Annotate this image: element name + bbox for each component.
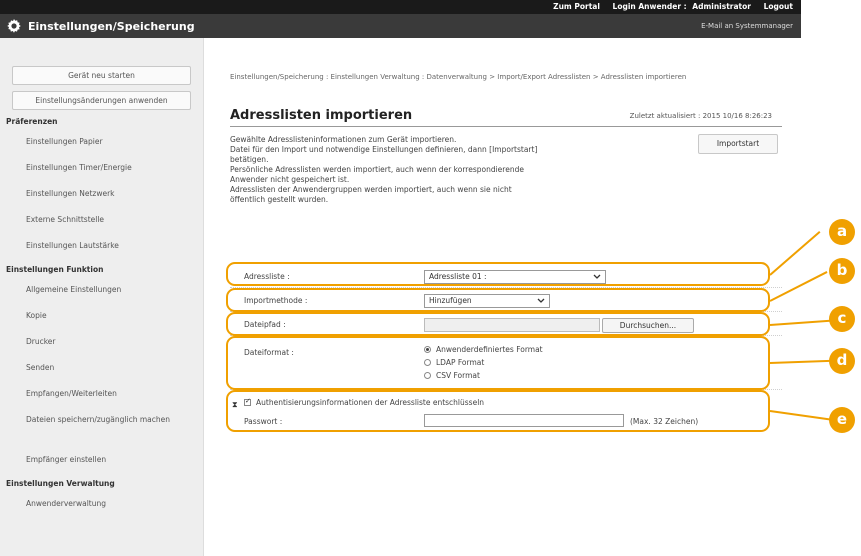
description-line: Anwender nicht gespeichert ist. <box>230 175 350 184</box>
description-line: Adresslisten der Anwendergruppen werden … <box>230 185 512 194</box>
sidebar-item-send[interactable]: Senden <box>0 355 203 381</box>
sidebar-item-paper[interactable]: Einstellungen Papier <box>0 129 203 155</box>
sidebar-item-user-management[interactable]: Anwenderverwaltung <box>0 491 203 517</box>
page-title: Adresslisten importieren <box>230 108 413 123</box>
callout-frame-b <box>226 288 770 312</box>
sidebar-section-title: Präferenzen <box>6 117 58 126</box>
description-line: betätigen. <box>230 155 269 164</box>
callout-frame-a <box>226 262 770 286</box>
sidebar-section-title: Einstellungen Funktion <box>6 265 104 274</box>
mail-system-manager-link[interactable]: E-Mail an Systemmanager <box>701 22 793 30</box>
sidebar-section-title: Einstellungen Verwaltung <box>6 479 115 488</box>
restart-device-button[interactable]: Gerät neu starten <box>12 66 191 85</box>
gear-icon <box>7 19 21 33</box>
sidebar-item-volume[interactable]: Einstellungen Lautstärke <box>0 233 203 259</box>
sidebar-item-destination[interactable]: Empfänger einstellen <box>0 447 203 473</box>
description-line: Gewählte Adresslisteninformationen zum G… <box>230 135 457 144</box>
sidebar-item-general[interactable]: Allgemeine Einstellungen <box>0 277 203 303</box>
callout-badge-d: d <box>829 348 855 374</box>
callout-badge-c: c <box>829 306 855 332</box>
callout-badge-a: a <box>829 219 855 245</box>
callout-frame-e <box>226 390 770 432</box>
breadcrumb[interactable]: Einstellungen/Speicherung : Einstellunge… <box>230 72 770 83</box>
callout-frame-c <box>226 312 770 336</box>
sidebar: Gerät neu starten Einstellungsänderungen… <box>0 38 204 556</box>
sidebar-item-network[interactable]: Einstellungen Netzwerk <box>0 181 203 207</box>
last-updated: Zuletzt aktualisiert : 2015 10/16 8:26:2… <box>629 112 772 120</box>
import-start-button[interactable]: Importstart <box>698 134 778 154</box>
user-name: Administrator <box>692 2 751 11</box>
logout-link[interactable]: Logout <box>764 2 793 11</box>
sidebar-item-timer[interactable]: Einstellungen Timer/Energie <box>0 155 203 181</box>
callout-badge-b: b <box>829 258 855 284</box>
sidebar-item-printer[interactable]: Drucker <box>0 329 203 355</box>
description: Gewählte Adresslisteninformationen zum G… <box>230 135 670 205</box>
callout-frame-d <box>226 336 770 390</box>
app-title: Einstellungen/Speicherung <box>28 20 195 33</box>
login-user-label: Login Anwender : <box>612 2 687 11</box>
title-bar: Einstellungen/Speicherung E-Mail an Syst… <box>0 14 801 38</box>
description-line: Persönliche Adresslisten werden importie… <box>230 165 524 174</box>
description-line: öffentlich gestellt wurden. <box>230 195 329 204</box>
callout-badge-e: e <box>829 407 855 433</box>
sidebar-item-receive[interactable]: Empfangen/Weiterleiten <box>0 381 203 407</box>
sidebar-item-store-files[interactable]: Dateien speichern/zugänglich machen <box>0 407 203 447</box>
portal-link[interactable]: Zum Portal <box>553 2 600 11</box>
top-links: Zum Portal Login Anwender : Administrato… <box>543 2 793 11</box>
top-bar: Zum Portal Login Anwender : Administrato… <box>0 0 801 14</box>
description-line: Datei für den Import und notwendige Eins… <box>230 145 538 154</box>
apply-settings-button[interactable]: Einstellungsänderungen anwenden <box>12 91 191 110</box>
sidebar-item-interface[interactable]: Externe Schnittstelle <box>0 207 203 233</box>
title-divider <box>230 126 782 127</box>
sidebar-item-copy[interactable]: Kopie <box>0 303 203 329</box>
callout-leader <box>769 230 821 276</box>
